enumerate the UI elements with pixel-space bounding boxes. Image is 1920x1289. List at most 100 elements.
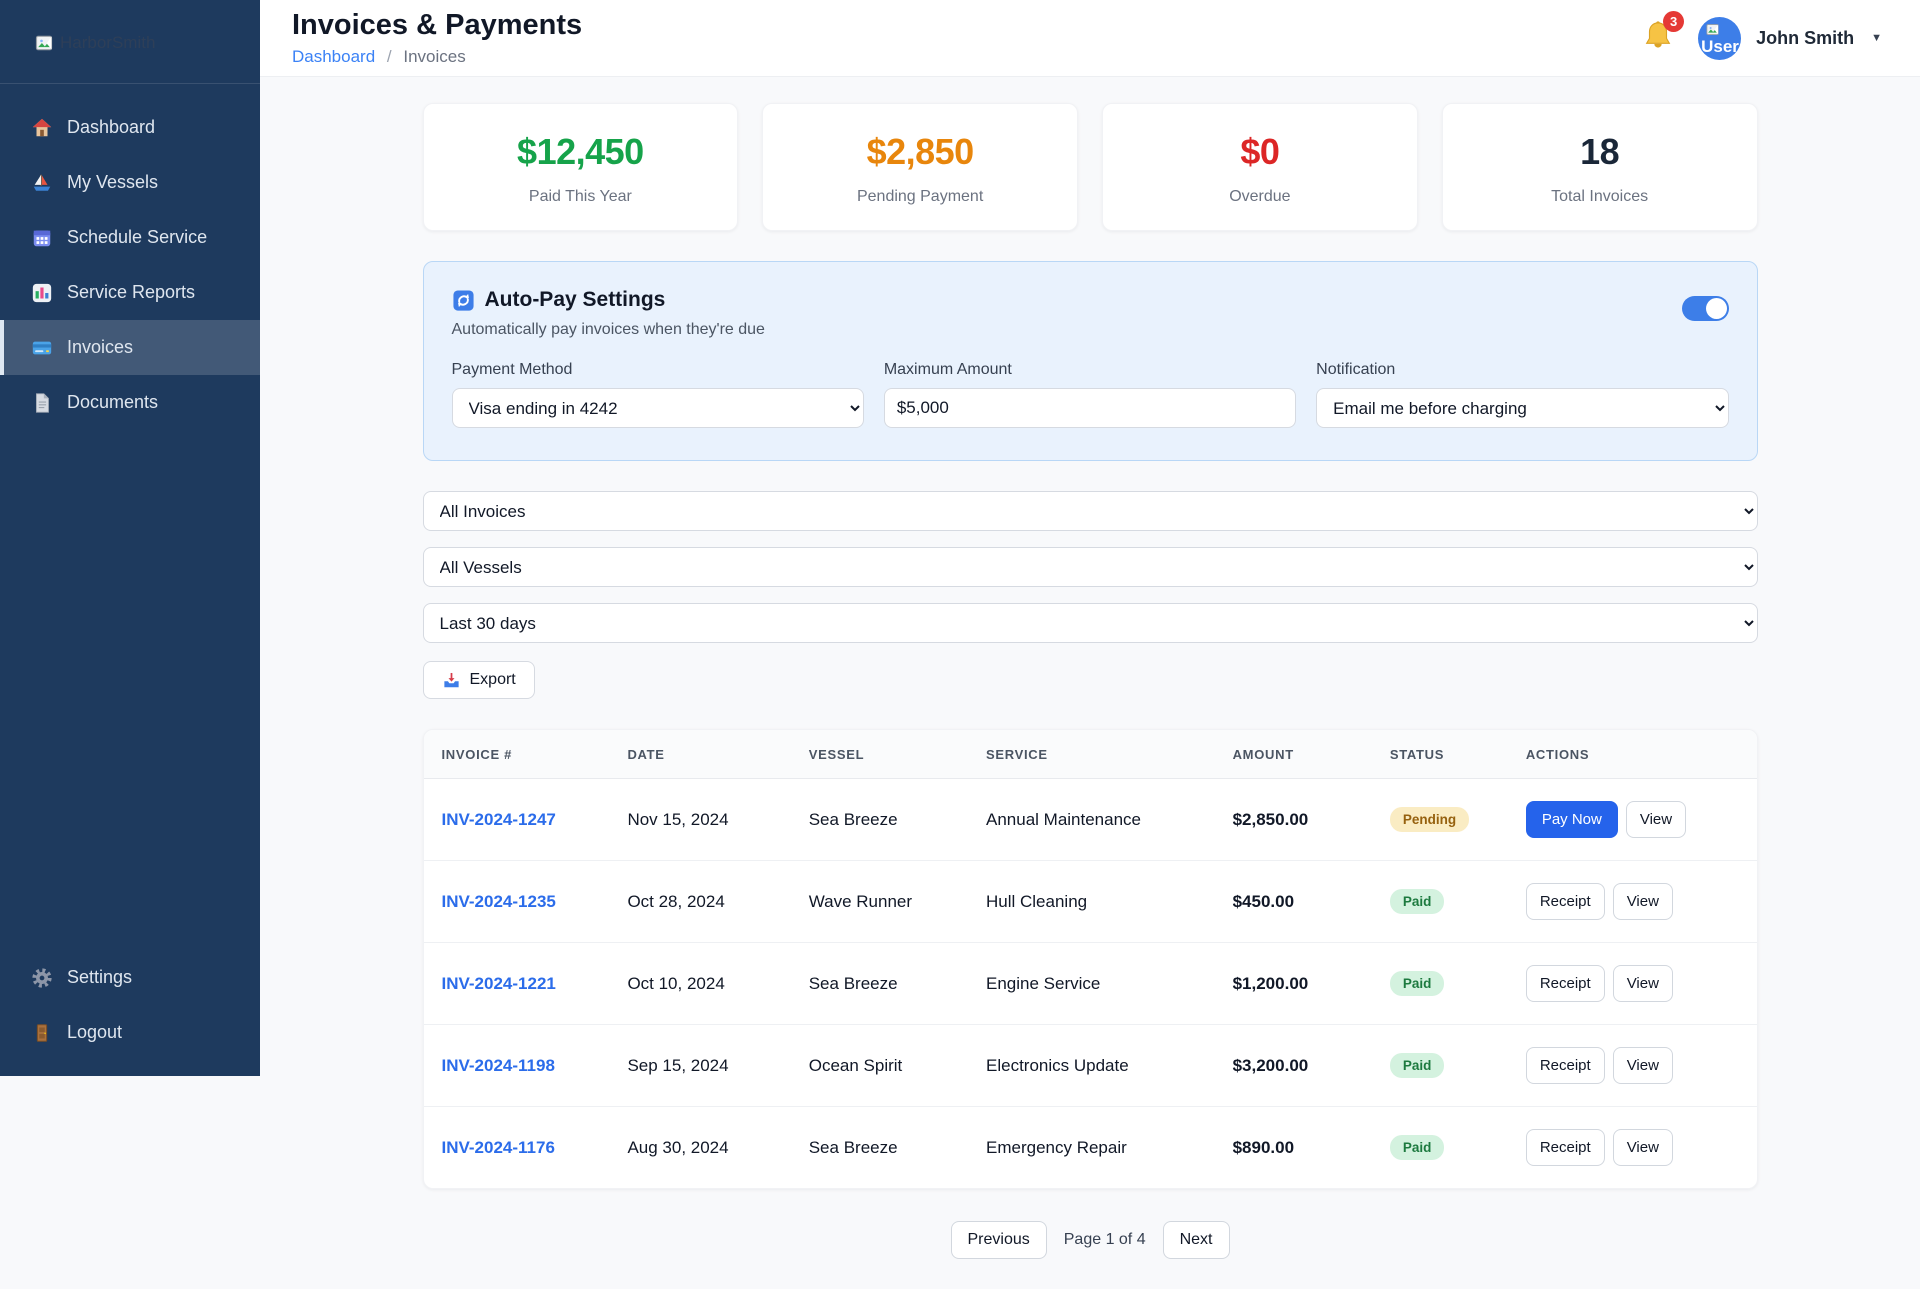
column-header: ACTIONS: [1525, 730, 1757, 779]
breadcrumb-separator: /: [386, 47, 392, 66]
sidebar-item-label: Schedule Service: [67, 227, 208, 247]
topbar-right: 3 User John Smith ▼: [1641, 10, 1882, 60]
sidebar-item-my-vessels[interactable]: My Vessels: [0, 155, 260, 210]
date-range-filter[interactable]: Last 30 days: [422, 603, 1758, 643]
chevron-down-icon[interactable]: ▼: [1871, 32, 1882, 44]
page-title: Invoices & Payments: [292, 9, 583, 41]
sidebar-item-invoices[interactable]: Invoices: [0, 320, 260, 375]
topbar: Invoices & Payments Dashboard / Invoices…: [260, 0, 1920, 77]
stat-card: $12,450 Paid This Year: [422, 103, 739, 231]
export-button[interactable]: Export: [422, 661, 535, 699]
receipt-button[interactable]: Receipt: [1525, 1047, 1605, 1084]
maximum-amount-input[interactable]: [883, 388, 1297, 428]
broken-image-icon: [34, 33, 54, 53]
content: $12,450 Paid This Year $2,850 Pending Payme…: [422, 77, 1758, 1289]
invoice-link[interactable]: INV-2024-1176: [442, 1138, 555, 1157]
invoice-service: Annual Maintenance: [986, 809, 1142, 829]
stat-card: $0 Overdue: [1102, 103, 1418, 231]
invoice-date: Nov 15, 2024: [627, 809, 729, 829]
notification-count-badge: 3: [1663, 10, 1685, 32]
table-row: INV-2024-1235 Oct 28, 2024 Wave Runner Hull…: [423, 860, 1757, 943]
notifications-button[interactable]: 3: [1641, 10, 1685, 58]
invoices-table-card: INVOICE # DATE VESSEL SERVICE AMOUNT STATUS AC…: [422, 729, 1758, 1189]
stat-value: $2,850: [866, 131, 975, 172]
table-row: INV-2024-1221 Oct 10, 2024 Sea Breeze Engin…: [423, 942, 1757, 1025]
sidebar-item-dashboard[interactable]: Dashboard: [0, 100, 260, 155]
sidebar-item-service-reports[interactable]: Service Reports: [0, 265, 260, 320]
view-button[interactable]: View: [1612, 1047, 1673, 1084]
status-badge: Paid: [1389, 971, 1445, 996]
autopay-fields: Payment Method Visa ending in 4242 Maxim…: [451, 361, 1729, 428]
logo: HarborSmith: [0, 0, 260, 84]
autopay-subtitle: Automatically pay invoices when they're …: [451, 321, 765, 338]
invoice-date: Oct 10, 2024: [627, 973, 725, 993]
stat-value: $0: [1240, 131, 1280, 172]
autopay-toggle[interactable]: [1681, 296, 1729, 321]
column-header: SERVICE: [986, 730, 1233, 779]
app-root: HarborSmith Dashboard My Vessels Schedule …: [0, 0, 1920, 1289]
previous-page-button[interactable]: Previous: [950, 1221, 1047, 1259]
invoice-vessel: Sea Breeze: [808, 973, 898, 993]
invoice-amount: $3,200.00: [1232, 1055, 1309, 1075]
status-badge: Pending: [1389, 807, 1470, 832]
sidebar-item-label: Invoices: [67, 337, 134, 357]
credit-card-icon: [31, 337, 53, 359]
sidebar-item-label: Dashboard: [67, 117, 156, 137]
vessel-filter[interactable]: All Vessels: [422, 547, 1758, 587]
toggle-knob: [1705, 298, 1727, 319]
payment-method-select[interactable]: Visa ending in 4242: [451, 388, 864, 428]
receipt-button[interactable]: Receipt: [1525, 883, 1605, 920]
logo-alt-text: HarborSmith: [60, 33, 156, 52]
invoice-vessel: Wave Runner: [808, 891, 913, 911]
stat-card: $2,850 Pending Payment: [762, 103, 1078, 231]
notification-label: Notification: [1316, 361, 1396, 378]
invoice-link[interactable]: INV-2024-1235: [442, 892, 556, 911]
view-button[interactable]: View: [1625, 801, 1687, 838]
stat-label: Overdue: [1229, 188, 1291, 205]
stats-row: $12,450 Paid This Year $2,850 Pending Payme…: [422, 103, 1758, 231]
table-row: INV-2024-1247 Nov 15, 2024 Sea Breeze Annua…: [423, 778, 1757, 861]
view-button[interactable]: View: [1612, 1129, 1673, 1166]
avatar[interactable]: User: [1698, 16, 1742, 60]
invoice-amount: $450.00: [1232, 891, 1295, 911]
home-icon: [31, 117, 53, 139]
invoice-vessel: Sea Breeze: [808, 809, 898, 829]
pay-now-button[interactable]: Pay Now: [1525, 801, 1618, 838]
notification-select[interactable]: Email me before charging: [1316, 388, 1729, 428]
sidebar-item-documents[interactable]: Documents: [0, 375, 260, 430]
autopay-header: Auto-Pay Settings Automatically pay invo…: [452, 288, 1729, 339]
column-header: INVOICE #: [423, 730, 628, 779]
invoice-status-filter[interactable]: All Invoices: [422, 491, 1758, 531]
breadcrumb-dashboard-link[interactable]: Dashboard: [292, 47, 375, 66]
column-header: STATUS: [1389, 730, 1526, 779]
autopay-panel: Auto-Pay Settings Automatically pay invo…: [422, 261, 1758, 461]
export-label: Export: [469, 671, 516, 688]
view-button[interactable]: View: [1612, 965, 1673, 1002]
table-row: INV-2024-1198 Sep 15, 2024 Ocean Spirit Ele…: [423, 1024, 1757, 1107]
sidebar-item-settings[interactable]: Settings: [0, 950, 260, 1005]
sidebar-item-logout[interactable]: Logout: [0, 1005, 260, 1060]
stat-value: $12,450: [517, 131, 644, 172]
user-name: John Smith: [1756, 27, 1855, 48]
invoice-link[interactable]: INV-2024-1247: [442, 810, 556, 829]
invoice-date: Oct 28, 2024: [627, 891, 725, 911]
next-page-button[interactable]: Next: [1162, 1221, 1230, 1259]
invoice-amount: $890.00: [1232, 1137, 1295, 1157]
bar-chart-icon: [31, 282, 53, 304]
autopay-header-text: Auto-Pay Settings Automatically pay invo…: [452, 288, 765, 339]
stat-label: Total Invoices: [1551, 188, 1649, 205]
invoice-link[interactable]: INV-2024-1221: [442, 974, 556, 993]
sidebar-item-schedule-service[interactable]: Schedule Service: [0, 210, 260, 265]
sidebar-footer: Settings Logout: [0, 950, 260, 1060]
invoice-link[interactable]: INV-2024-1198: [442, 1056, 555, 1075]
table-row: INV-2024-1176 Aug 30, 2024 Sea Breeze Emerg…: [424, 1107, 1757, 1189]
view-button[interactable]: View: [1612, 883, 1673, 920]
topbar-left: Invoices & Payments Dashboard / Invoices: [292, 9, 582, 67]
invoice-service: Engine Service: [986, 973, 1101, 993]
actions-cell: Receipt View: [1525, 1107, 1757, 1189]
receipt-button[interactable]: Receipt: [1525, 1129, 1605, 1166]
status-badge: Paid: [1389, 1135, 1445, 1160]
avatar-alt-text: User: [1701, 36, 1739, 56]
receipt-button[interactable]: Receipt: [1525, 965, 1605, 1002]
actions-cell: Receipt View: [1525, 860, 1757, 943]
